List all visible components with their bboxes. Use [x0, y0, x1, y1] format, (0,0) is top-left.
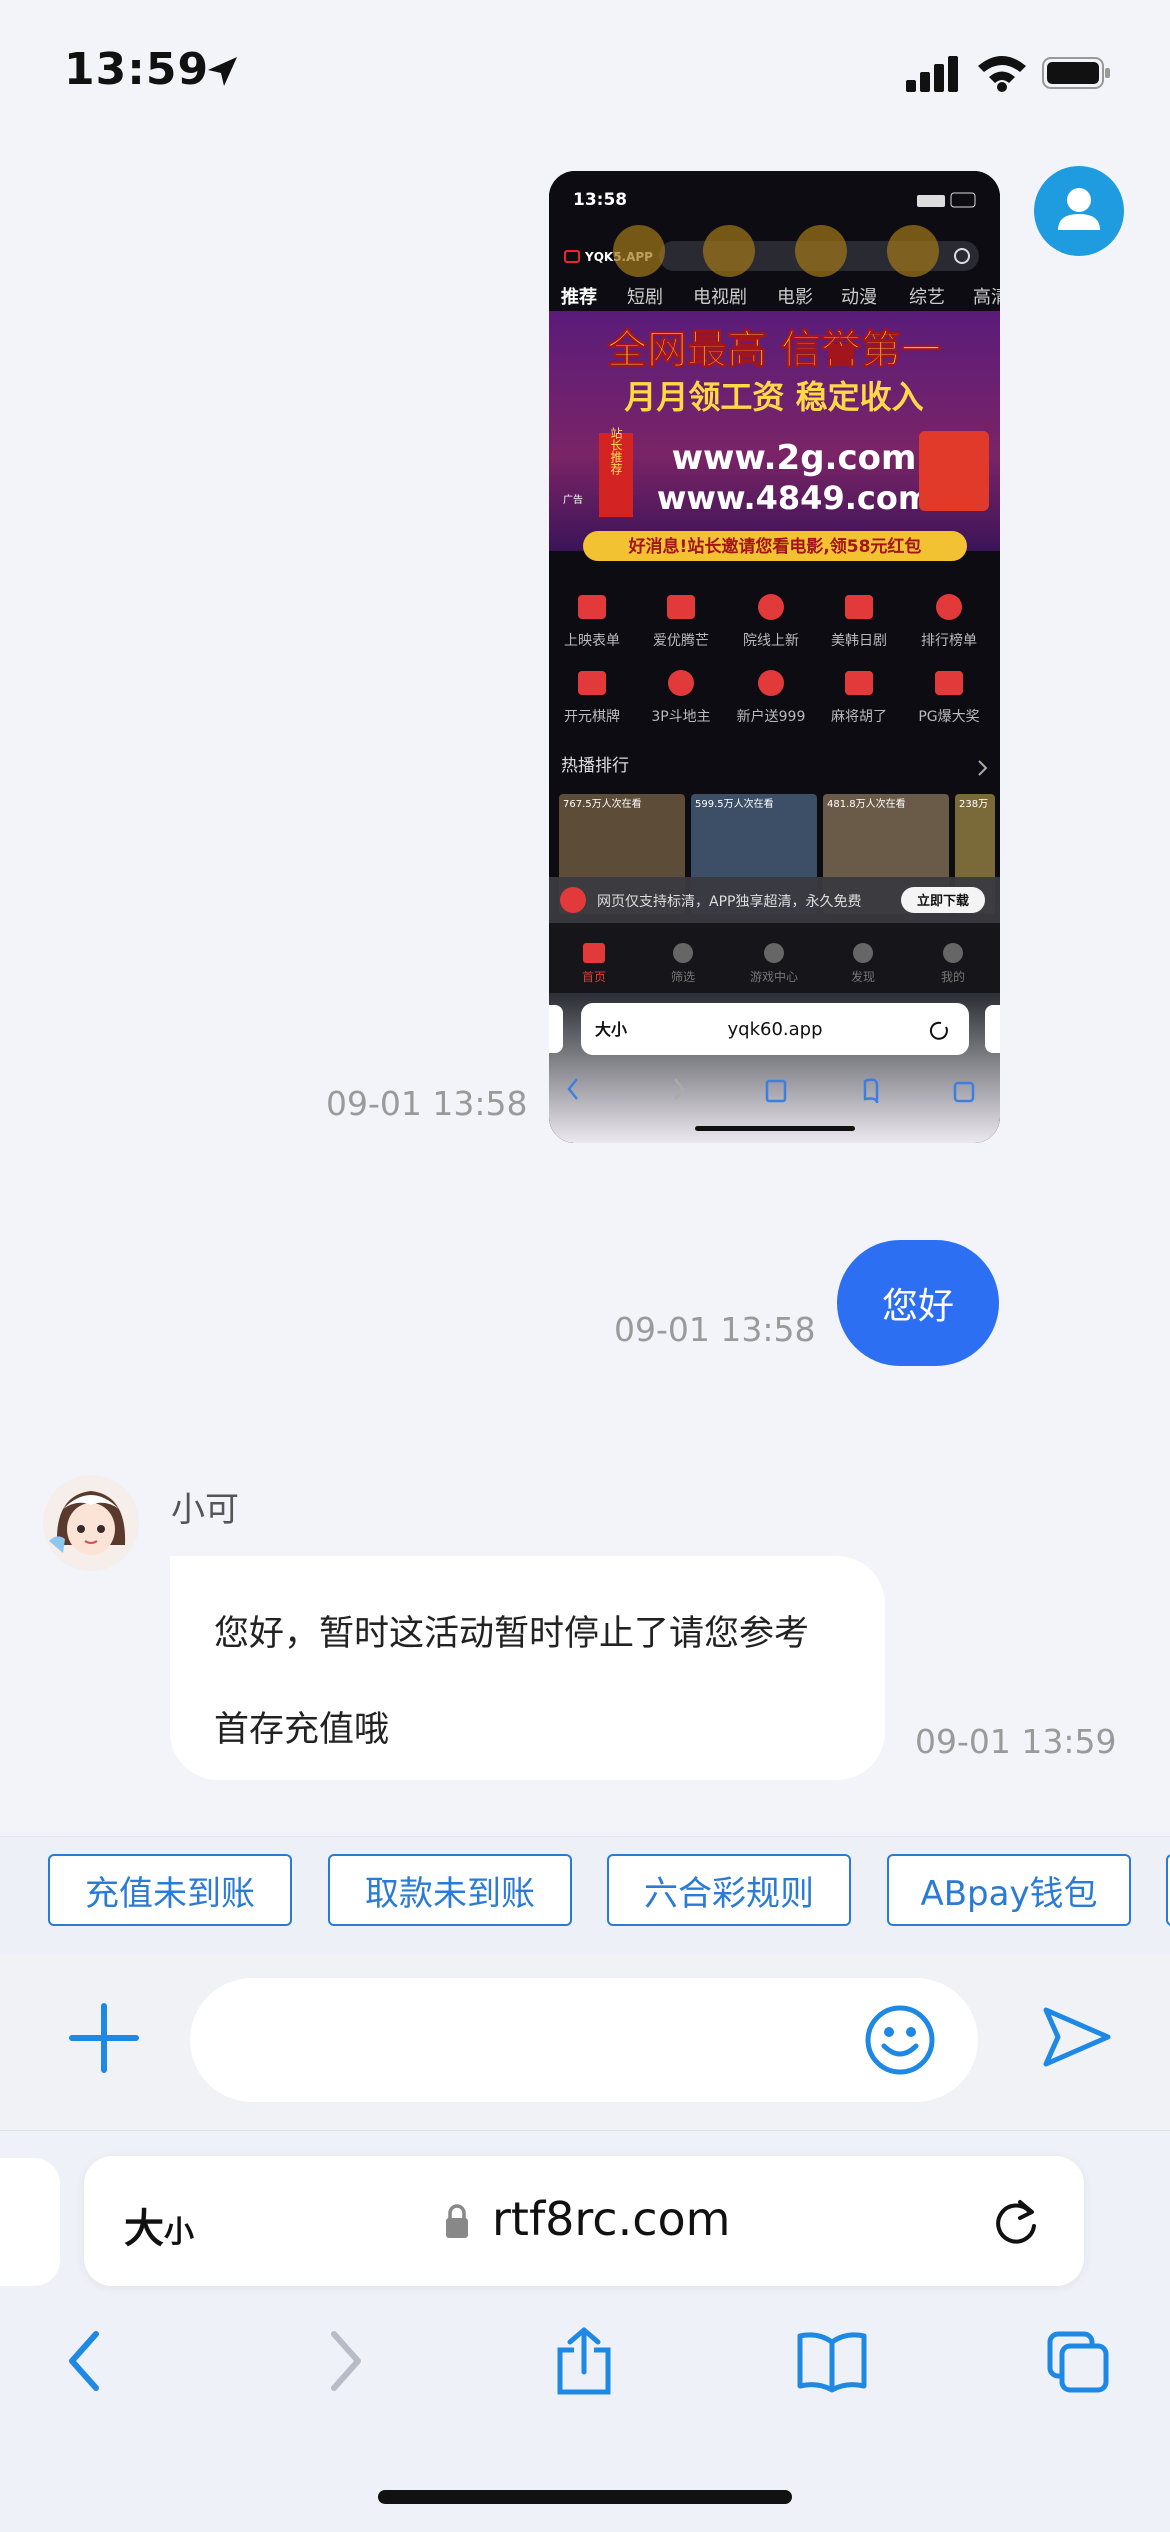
message-input[interactable] [190, 1978, 978, 2102]
shot-hot-count: 238万 [959, 799, 988, 810]
shot-grid-label: 爱优腾芒 [653, 632, 709, 649]
message-timestamp: 09-01 13:58 [614, 1310, 816, 1349]
shot-banner-headline: 全网最高 信誉第一 [606, 327, 941, 373]
shot-tab: 综艺 [909, 287, 945, 308]
shot-banner-subline: 月月领工资 稳定收入 [624, 378, 923, 416]
shot-tab: 短剧 [627, 287, 663, 308]
shot-tab: 电影 [777, 287, 813, 308]
my-message-bubble[interactable]: 您好 [837, 1240, 999, 1366]
chat-image-message[interactable]: 13:58 YQK5.APP 推荐 短剧 电视剧 电影 动漫 综艺 高清 全网最… [549, 171, 1000, 1143]
quick-reply-button[interactable]: 充值未到账 [48, 1854, 292, 1926]
shot-bottom-tab: 筛选 [671, 969, 695, 984]
previous-tab-preview[interactable] [0, 2158, 60, 2286]
tabs-icon[interactable] [1046, 2326, 1110, 2396]
shot-bottom-tab: 首页 [582, 970, 606, 984]
shot-promo: 好消息!站长邀请您看电影,领58元红包 [628, 536, 922, 557]
text-size-big: 大 [124, 2206, 164, 2252]
send-icon[interactable] [1040, 2004, 1112, 2070]
status-time: 13:59 [64, 44, 210, 95]
shot-tab: 推荐 [561, 286, 597, 308]
shot-url2: www.4849.com [657, 479, 931, 517]
shot-hot-count: 481.8万人次在看 [827, 797, 906, 810]
shot-grid-label: 开元棋牌 [564, 708, 620, 725]
agent-name: 小可 [171, 1490, 239, 1530]
message-timestamp: 09-01 13:58 [326, 1084, 528, 1123]
share-icon[interactable] [552, 2326, 616, 2396]
forward-icon[interactable] [310, 2326, 374, 2396]
shot-tab: 电视剧 [693, 287, 747, 308]
person-icon [1058, 188, 1100, 230]
quick-reply-button[interactable]: 取款未到账 [328, 1854, 572, 1926]
shot-app-banner-text: 网页仅支持标清，APP独享超清，永久免费 [597, 893, 861, 910]
quick-reply-button-partial[interactable] [1166, 1854, 1170, 1926]
shot-ad-label: 广告 [563, 493, 583, 506]
user-avatar[interactable] [1034, 166, 1124, 256]
shot-hot-count: 599.5万人次在看 [695, 797, 774, 810]
shot-grid-label: 新户送999 [737, 708, 806, 725]
lock-icon [446, 2204, 468, 2238]
shot-url-size: 大小 [595, 1020, 627, 1039]
shot-hot-title: 热播排行 [561, 756, 629, 776]
bookmarks-icon[interactable] [796, 2326, 868, 2396]
shot-url1: www.2g.com [672, 438, 917, 478]
shot-grid-label: 麻将胡了 [831, 709, 887, 725]
shot-side-tag: 站长推荐 [609, 427, 623, 476]
anime-girl-avatar-icon [43, 1475, 139, 1571]
reload-icon[interactable] [990, 2196, 1042, 2248]
quick-reply-button[interactable]: ABpay钱包 [887, 1854, 1131, 1926]
shot-url: yqk60.app [727, 1019, 822, 1040]
shot-hot-count: 767.5万人次在看 [563, 797, 642, 810]
cellular-signal-icon [906, 56, 958, 92]
shot-grid-label: PG爆大奖 [918, 708, 979, 725]
agent-avatar[interactable] [43, 1475, 139, 1571]
shot-grid-label: 美韩日剧 [831, 633, 887, 649]
shot-grid-label: 排行榜单 [921, 632, 977, 649]
shot-bottom-tab: 发现 [851, 969, 875, 984]
url-text[interactable]: rtf8rc.com [492, 2192, 730, 2246]
text-size-small: 小 [164, 2215, 194, 2250]
screenshot-image: 13:58 YQK5.APP 推荐 短剧 电视剧 电影 动漫 综艺 高清 全网最… [549, 171, 1000, 1143]
shot-tab: 动漫 [841, 287, 877, 308]
shot-grid-label: 3P斗地主 [651, 709, 710, 725]
emoji-icon[interactable] [864, 2004, 936, 2076]
shot-grid-label: 院线上新 [743, 633, 799, 649]
shot-tab: 高清 [973, 287, 1000, 308]
shot-download: 立即下载 [917, 893, 969, 909]
location-arrow-icon [208, 57, 237, 86]
shot-time: 13:58 [573, 190, 627, 210]
shot-bottom-tab: 游戏中心 [750, 969, 798, 984]
shot-bottom-tab: 我的 [941, 969, 965, 984]
text-size-button[interactable]: 大小 [124, 2196, 194, 2254]
wifi-icon [978, 56, 1026, 92]
battery-icon [1042, 57, 1110, 89]
shot-grid-label: 上映表单 [564, 633, 620, 649]
message-timestamp: 09-01 13:59 [915, 1722, 1117, 1761]
plus-icon[interactable] [66, 2000, 142, 2076]
agent-message-bubble[interactable]: 您好，暂时这活动暂时停止了请您参考首存充值哦 [170, 1556, 885, 1780]
home-indicator[interactable] [378, 2490, 792, 2504]
back-icon[interactable] [56, 2326, 120, 2396]
quick-reply-button[interactable]: 六合彩规则 [607, 1854, 851, 1926]
